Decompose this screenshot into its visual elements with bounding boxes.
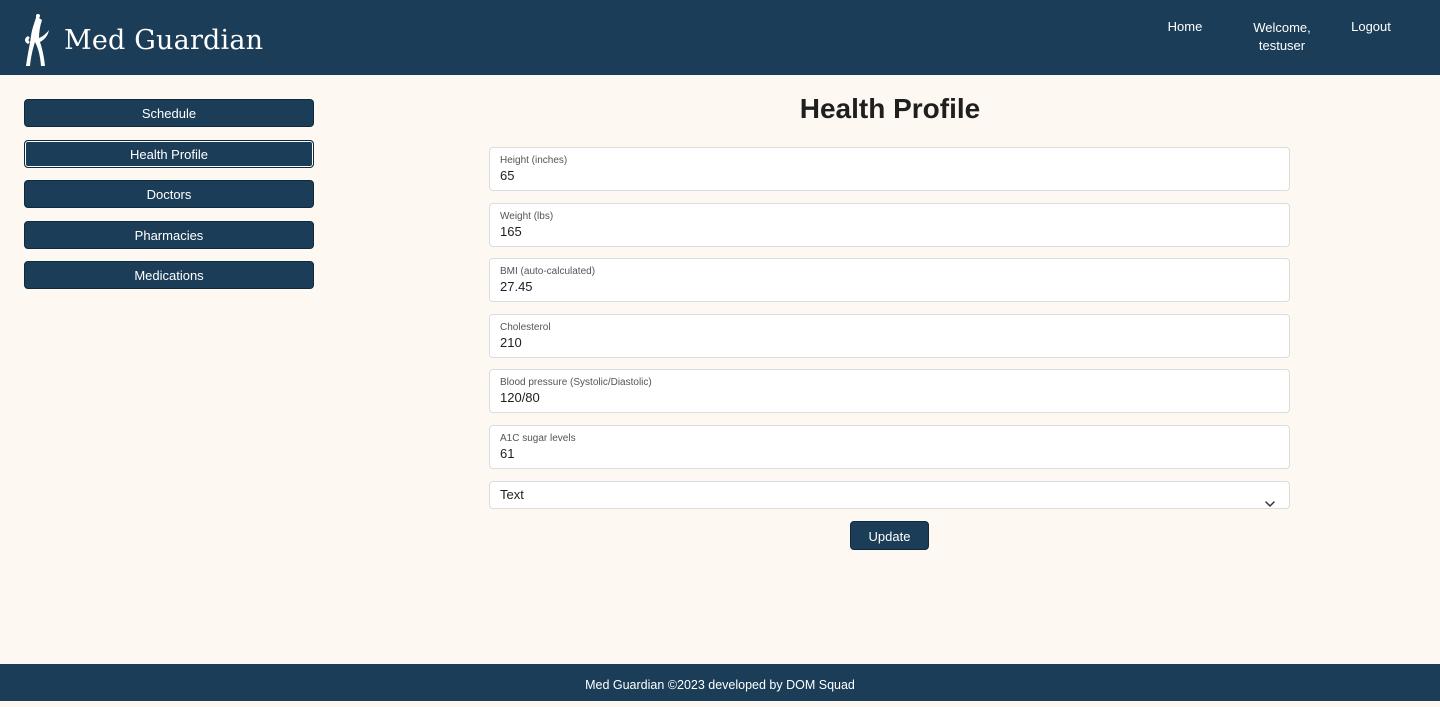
bmi-label: BMI (auto-calculated) [500,266,596,278]
chevron-down-icon [1265,491,1275,517]
username: testuser [1258,38,1306,53]
blood-pressure-input[interactable] [500,389,1260,408]
brand-name: Med Guardian [64,24,264,56]
update-button[interactable]: Update [850,521,929,550]
weight-input[interactable] [500,222,1260,241]
footer-text: Med Guardian ©2023 developed by DOM Squa… [585,678,855,692]
cholesterol-field[interactable]: Cholesterol [489,313,1290,358]
cholesterol-input[interactable] [500,333,1260,352]
a1c-input[interactable] [500,444,1260,463]
sidebar-item-health-profile[interactable]: Health Profile [24,139,314,168]
bmi-field[interactable]: BMI (auto-calculated) [489,258,1290,303]
nav-home-link[interactable]: Home [1160,19,1210,34]
sidebar-item-medications[interactable]: Medications [24,261,314,289]
blood-pressure-field[interactable]: Blood pressure (Systolic/Diastolic) [489,369,1290,414]
sidebar: Schedule Health Profile Doctors Pharmaci… [24,99,314,302]
app-header: Med Guardian Home Welcome, testuser Logo… [0,0,1440,75]
cholesterol-label: Cholesterol [500,321,551,333]
welcome-message: Welcome, testuser [1237,19,1327,55]
nav-logout-link[interactable]: Logout [1340,19,1402,34]
type-select[interactable]: Text [489,480,1290,509]
blood-pressure-label: Blood pressure (Systolic/Diastolic) [500,377,652,389]
caduceus-icon [22,12,52,68]
weight-field[interactable]: Weight (lbs) [489,202,1290,247]
page-title: Health Profile [799,93,981,124]
a1c-field[interactable]: A1C sugar levels [489,424,1290,469]
height-label: Height (inches) [500,155,568,166]
health-profile-form: Height (inches) Weight (lbs) BMI (auto-c… [489,147,1290,509]
brand-logo[interactable]: Med Guardian [22,12,263,68]
sidebar-item-doctors[interactable]: Doctors [24,180,314,208]
welcome-label: Welcome, [1253,20,1311,35]
sidebar-item-pharmacies[interactable]: Pharmacies [24,220,314,249]
type-select-value: Text [500,486,524,502]
top-nav: Home Welcome, testuser Logout [1140,18,1440,58]
height-input[interactable] [500,167,1260,185]
footer: Med Guardian ©2023 developed by DOM Squa… [0,664,1440,701]
sidebar-item-schedule[interactable]: Schedule [24,99,314,127]
bmi-input[interactable] [500,278,1260,297]
height-field[interactable]: Height (inches) [489,147,1290,191]
a1c-label: A1C sugar levels [500,432,576,444]
weight-label: Weight (lbs) [500,210,554,222]
